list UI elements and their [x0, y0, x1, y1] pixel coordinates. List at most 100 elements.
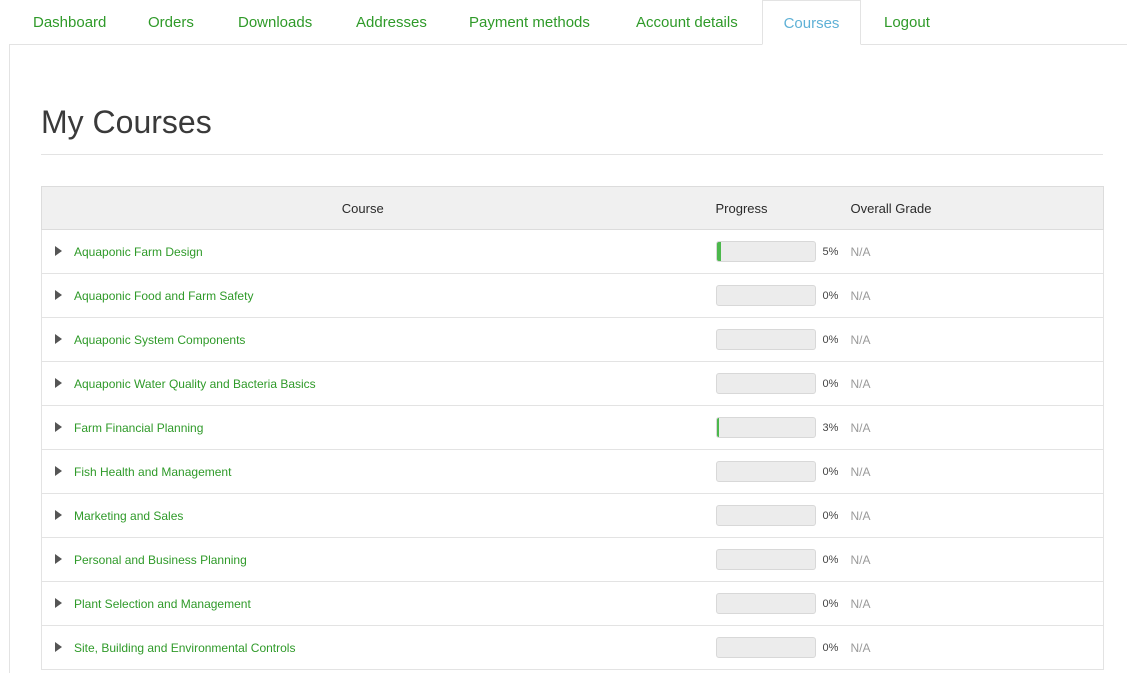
progress-cell: 0% [683, 537, 848, 582]
triangle-right-icon[interactable] [55, 597, 62, 608]
course-cell: Aquaponic Food and Farm Safety [41, 273, 684, 318]
table-row: Plant Selection and Management 0% N/A [41, 581, 1104, 626]
progress-cell: 0% [683, 625, 848, 670]
course-link[interactable]: Marketing and Sales [74, 509, 183, 523]
triangle-right-icon[interactable] [55, 465, 62, 476]
progress-cell: 0% [683, 273, 848, 318]
progress-cell: 0% [683, 581, 848, 626]
column-header-course: Course [41, 186, 684, 230]
table-row: Aquaponic Water Quality and Bacteria Bas… [41, 361, 1104, 406]
progress-percent: 0% [822, 597, 839, 610]
course-cell: Aquaponic System Components [41, 317, 684, 362]
progress-percent: 0% [822, 553, 839, 566]
progress-cell: 0% [683, 317, 848, 362]
course-link[interactable]: Aquaponic System Components [74, 333, 245, 347]
progress-percent: 0% [822, 641, 839, 654]
progress-bar [715, 637, 816, 658]
course-cell: Aquaponic Water Quality and Bacteria Bas… [41, 361, 684, 406]
triangle-right-icon[interactable] [55, 333, 62, 344]
progress-cell: 0% [683, 493, 848, 538]
triangle-right-icon[interactable] [55, 377, 62, 388]
tab-addresses[interactable]: Addresses [356, 0, 427, 45]
progress-bar [715, 549, 816, 570]
account-tabs: Dashboard Orders Downloads Addresses Pay… [0, 0, 1127, 45]
tab-payment-methods[interactable]: Payment methods [469, 0, 590, 45]
overall-grade: N/A [847, 625, 1104, 670]
content-left-border [9, 44, 10, 673]
table-row: Farm Financial Planning 3% N/A [41, 405, 1104, 450]
course-cell: Personal and Business Planning [41, 537, 684, 582]
overall-grade: N/A [847, 537, 1104, 582]
progress-bar [715, 417, 816, 438]
progress-bar [715, 593, 816, 614]
course-cell: Farm Financial Planning [41, 405, 684, 450]
progress-bar [715, 285, 816, 306]
course-link[interactable]: Aquaponic Water Quality and Bacteria Bas… [74, 377, 316, 391]
table-row: Aquaponic Farm Design 5% N/A [41, 229, 1104, 274]
course-link[interactable]: Fish Health and Management [74, 465, 231, 479]
progress-bar [715, 329, 816, 350]
progress-percent: 0% [822, 333, 839, 346]
progress-bar [715, 373, 816, 394]
tab-downloads[interactable]: Downloads [238, 0, 312, 45]
triangle-right-icon[interactable] [55, 553, 62, 564]
course-link[interactable]: Personal and Business Planning [74, 553, 247, 567]
triangle-right-icon[interactable] [55, 245, 62, 256]
triangle-right-icon[interactable] [55, 289, 62, 300]
progress-percent: 5% [822, 245, 839, 258]
overall-grade: N/A [847, 273, 1104, 318]
progress-cell: 5% [683, 229, 848, 274]
table-header-row: Course Progress Overall Grade [41, 186, 1104, 230]
progress-fill [716, 418, 720, 437]
triangle-right-icon[interactable] [55, 421, 62, 432]
progress-cell: 0% [683, 361, 848, 406]
course-link[interactable]: Aquaponic Food and Farm Safety [74, 289, 253, 303]
progress-percent: 0% [822, 509, 839, 522]
overall-grade: N/A [847, 361, 1104, 406]
progress-bar [715, 241, 816, 262]
course-link[interactable]: Site, Building and Environmental Control… [74, 641, 295, 655]
course-cell: Marketing and Sales [41, 493, 684, 538]
column-header-progress: Progress [683, 186, 848, 230]
table-row: Site, Building and Environmental Control… [41, 625, 1104, 670]
overall-grade: N/A [847, 493, 1104, 538]
overall-grade: N/A [847, 317, 1104, 362]
overall-grade: N/A [847, 405, 1104, 450]
course-link[interactable]: Plant Selection and Management [74, 597, 251, 611]
progress-fill [716, 242, 722, 261]
progress-bar [715, 461, 816, 482]
overall-grade: N/A [847, 229, 1104, 274]
title-divider [41, 154, 1103, 155]
tab-orders[interactable]: Orders [148, 0, 194, 45]
course-cell: Fish Health and Management [41, 449, 684, 494]
progress-bar [715, 505, 816, 526]
column-header-grade: Overall Grade [847, 186, 1104, 230]
triangle-right-icon[interactable] [55, 509, 62, 520]
progress-cell: 0% [683, 449, 848, 494]
course-cell: Site, Building and Environmental Control… [41, 625, 684, 670]
tab-logout[interactable]: Logout [884, 0, 930, 45]
page-title: My Courses [41, 104, 212, 140]
progress-percent: 0% [822, 377, 839, 390]
progress-cell: 3% [683, 405, 848, 450]
overall-grade: N/A [847, 449, 1104, 494]
tab-account-details[interactable]: Account details [636, 0, 738, 45]
table-row: Personal and Business Planning 0% N/A [41, 537, 1104, 582]
progress-percent: 0% [822, 465, 839, 478]
courses-table: Course Progress Overall Grade Aquaponic … [41, 186, 1104, 670]
course-link[interactable]: Farm Financial Planning [74, 421, 203, 435]
progress-percent: 3% [822, 421, 839, 434]
table-row: Marketing and Sales 0% N/A [41, 493, 1104, 538]
table-row: Aquaponic Food and Farm Safety 0% N/A [41, 273, 1104, 318]
tab-courses[interactable]: Courses [762, 0, 861, 45]
course-cell: Aquaponic Farm Design [41, 229, 684, 274]
table-row: Aquaponic System Components 0% N/A [41, 317, 1104, 362]
tab-dashboard[interactable]: Dashboard [33, 0, 106, 45]
triangle-right-icon[interactable] [55, 641, 62, 652]
overall-grade: N/A [847, 581, 1104, 626]
course-cell: Plant Selection and Management [41, 581, 684, 626]
table-row: Fish Health and Management 0% N/A [41, 449, 1104, 494]
progress-percent: 0% [822, 289, 839, 302]
course-link[interactable]: Aquaponic Farm Design [74, 245, 203, 259]
course-rows: Aquaponic Farm Design 5% N/A Aquaponic Food… [41, 229, 1104, 670]
